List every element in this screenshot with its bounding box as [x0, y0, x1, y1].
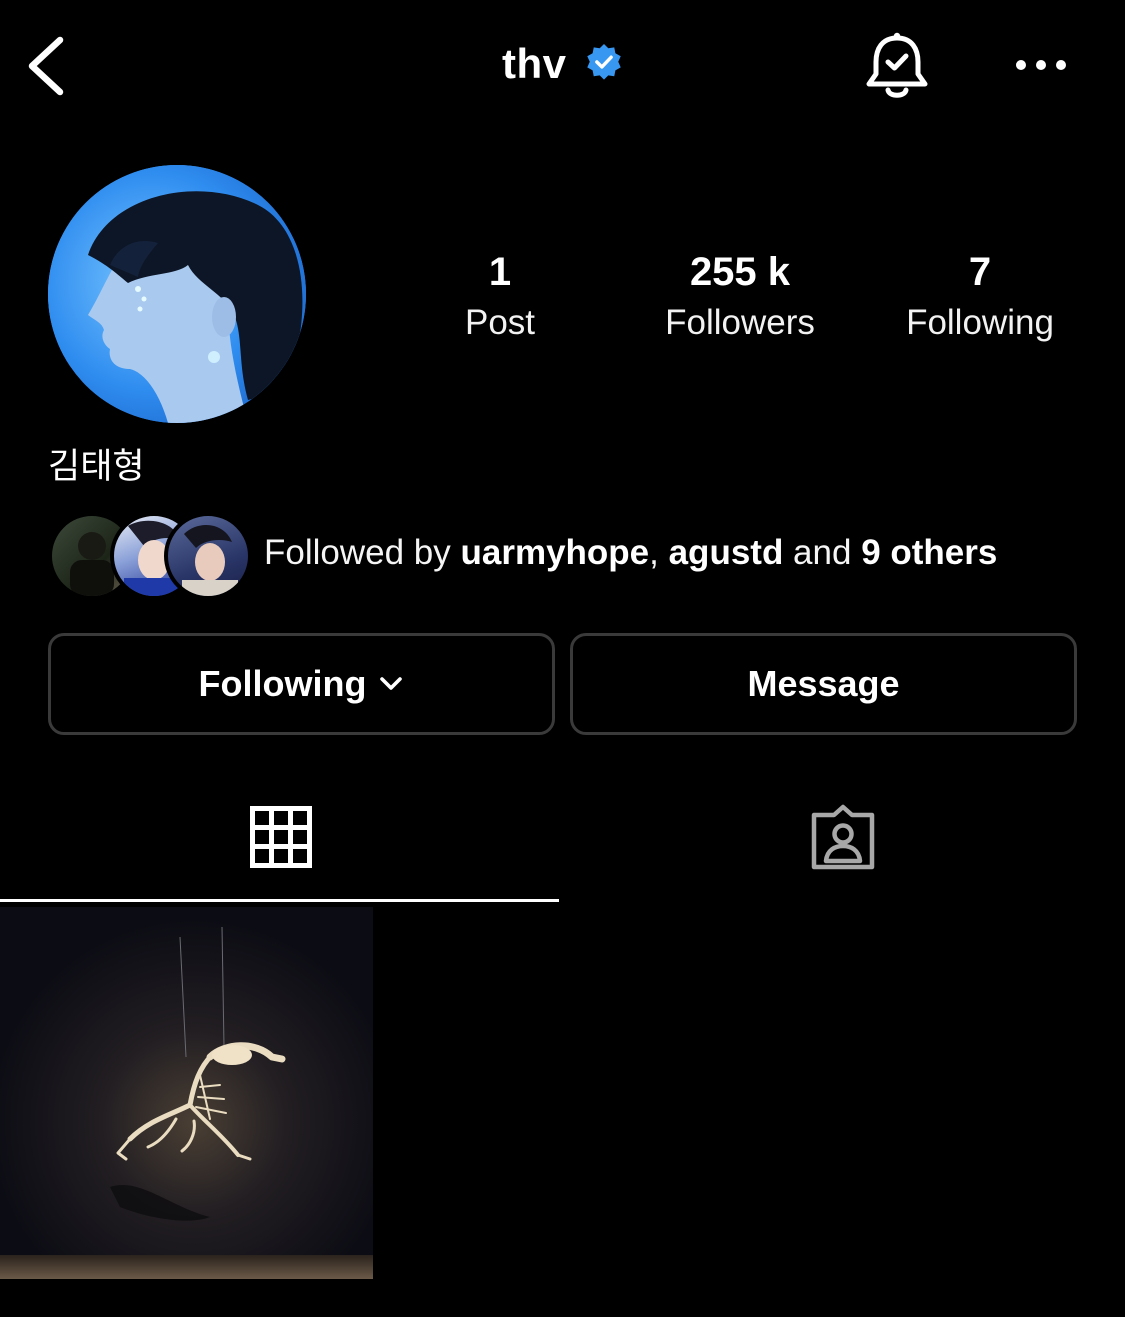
message-button[interactable]: Message [570, 633, 1077, 735]
more-horizontal-icon [1016, 60, 1066, 70]
stat-following-label: Following [906, 303, 1054, 342]
stat-followers-label: Followers [665, 303, 815, 342]
more-options-button[interactable] [1012, 50, 1070, 80]
following-button[interactable]: Following [48, 633, 555, 735]
followed-by-user[interactable]: agustd [669, 533, 784, 572]
mutual-avatar [164, 512, 252, 600]
notifications-button[interactable] [862, 30, 932, 102]
profile-full-name: 김태형 [48, 447, 145, 486]
followed-by-separator: , [649, 533, 669, 572]
tab-posts-grid[interactable] [0, 770, 562, 904]
profile-page: thv 1 Post 255 k Followers 7 Following 김… [0, 0, 1125, 1317]
tab-tagged[interactable] [562, 770, 1124, 904]
stat-followers-value: 255 k [689, 250, 791, 294]
chevron-down-icon [380, 677, 403, 690]
following-button-label: Following [198, 663, 367, 704]
stat-followers[interactable]: 255 k Followers [630, 246, 850, 348]
stat-posts-value: 1 [488, 250, 512, 294]
verified-badge-icon [587, 43, 621, 80]
title-wrap: thv [0, 40, 1125, 88]
mutual-avatar-photo [182, 524, 238, 596]
message-button-label: Message [747, 663, 900, 704]
avatar-photo [48, 165, 306, 423]
followed-by-others[interactable]: 9 others [861, 533, 997, 572]
stat-posts-label: Post [464, 303, 536, 342]
stat-posts[interactable]: 1 Post [390, 246, 610, 348]
profile-avatar[interactable] [48, 165, 306, 423]
profile-header: thv [0, 0, 1125, 130]
tagged-person-icon [811, 804, 875, 870]
bell-check-icon [866, 32, 928, 98]
active-tab-indicator [0, 899, 559, 902]
post-thumbnail[interactable] [0, 907, 373, 1279]
post-image [0, 907, 373, 1279]
mutual-followers-avatars[interactable] [48, 512, 252, 600]
followed-by-text[interactable]: Followed by uarmyhope, agustd and 9 othe… [264, 530, 997, 576]
page-title: thv [502, 40, 567, 87]
followed-by-and: and [783, 533, 862, 572]
followed-by-user[interactable]: uarmyhope [460, 533, 649, 572]
stat-following-value: 7 [968, 250, 992, 294]
followed-by-prefix: Followed by [264, 533, 461, 572]
stat-following[interactable]: 7 Following [870, 246, 1090, 348]
grid-icon [250, 806, 312, 868]
